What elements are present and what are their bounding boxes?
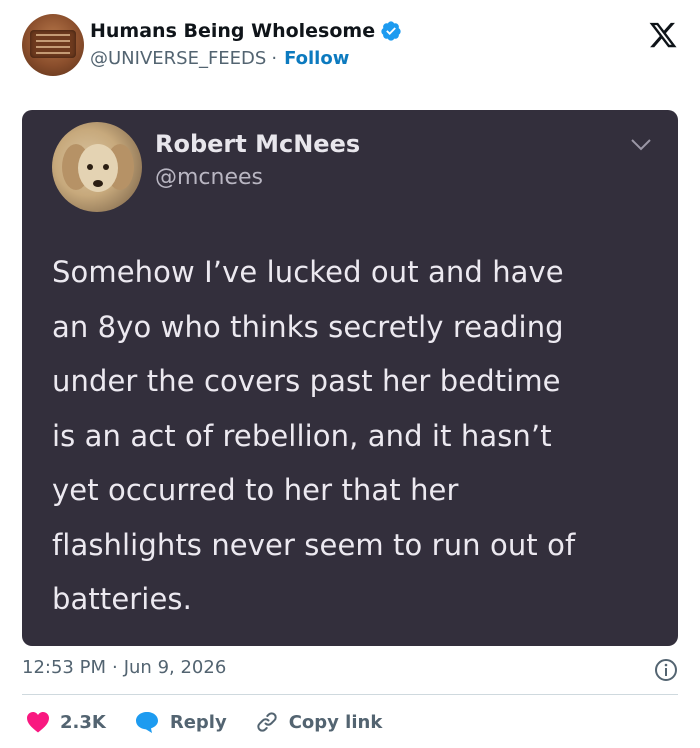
post-timestamp[interactable]: 12:53 PM · Jun 9, 2026 [22, 657, 226, 678]
tweet-line: yet occurred to her that her [52, 473, 459, 507]
info-icon[interactable] [654, 658, 678, 682]
author-handle: @mcnees [155, 165, 264, 190]
avatar-plaque-image [30, 30, 76, 58]
author-name: Robert McNees [155, 130, 361, 158]
post-time: 12:53 PM [22, 657, 106, 678]
dog-eye-left [87, 164, 93, 170]
action-bar: 2.3K Reply Copy link [26, 708, 410, 736]
handle-row: @UNIVERSE_FEEDS · Follow [90, 48, 349, 69]
reply-button[interactable]: Reply [134, 710, 227, 734]
account-handle[interactable]: @UNIVERSE_FEEDS [90, 48, 266, 69]
timestamp-separator: · [111, 657, 118, 678]
tweet-line: under the covers past her bedtime [52, 364, 561, 398]
link-icon [257, 712, 277, 732]
follow-link[interactable]: Follow [284, 48, 349, 69]
copy-link-button[interactable]: Copy link [255, 710, 383, 734]
post-date: Jun 9, 2026 [123, 657, 227, 678]
tweet-line: flashlights never seem to run out of [52, 527, 576, 562]
tweet-line: batteries. [52, 582, 192, 616]
dog-eye-right [103, 164, 109, 170]
reply-bubble-icon [135, 712, 158, 733]
tweet-screenshot-image: Robert McNees @mcnees Somehow I’ve lucke… [22, 110, 678, 646]
like-count: 2.3K [60, 711, 106, 733]
account-name-row: Humans Being Wholesome [90, 16, 402, 46]
handle-separator: · [271, 48, 278, 69]
verified-badge-icon [381, 21, 401, 41]
copy-link-label: Copy link [288, 711, 383, 733]
divider [22, 694, 678, 695]
account-avatar[interactable] [22, 14, 84, 76]
reply-label: Reply [169, 711, 227, 733]
tweet-body: Somehow I’ve lucked out and have an 8yo … [52, 245, 652, 627]
chevron-down-icon [631, 139, 651, 151]
account-name[interactable]: Humans Being Wholesome [90, 20, 375, 42]
like-button[interactable]: 2.3K [26, 711, 106, 733]
tweet-line: Somehow I’ve lucked out and have [52, 255, 564, 289]
x-logo-icon[interactable] [648, 20, 678, 50]
dog-nose [93, 180, 103, 187]
author-avatar [52, 122, 142, 212]
embed-header: Humans Being Wholesome @UNIVERSE_FEEDS ·… [22, 14, 682, 78]
tweet-line: an 8yo who thinks secretly reading [52, 309, 564, 344]
heart-icon [27, 712, 49, 733]
tweet-line: is an act of rebellion, and it hasn’t [52, 418, 552, 453]
